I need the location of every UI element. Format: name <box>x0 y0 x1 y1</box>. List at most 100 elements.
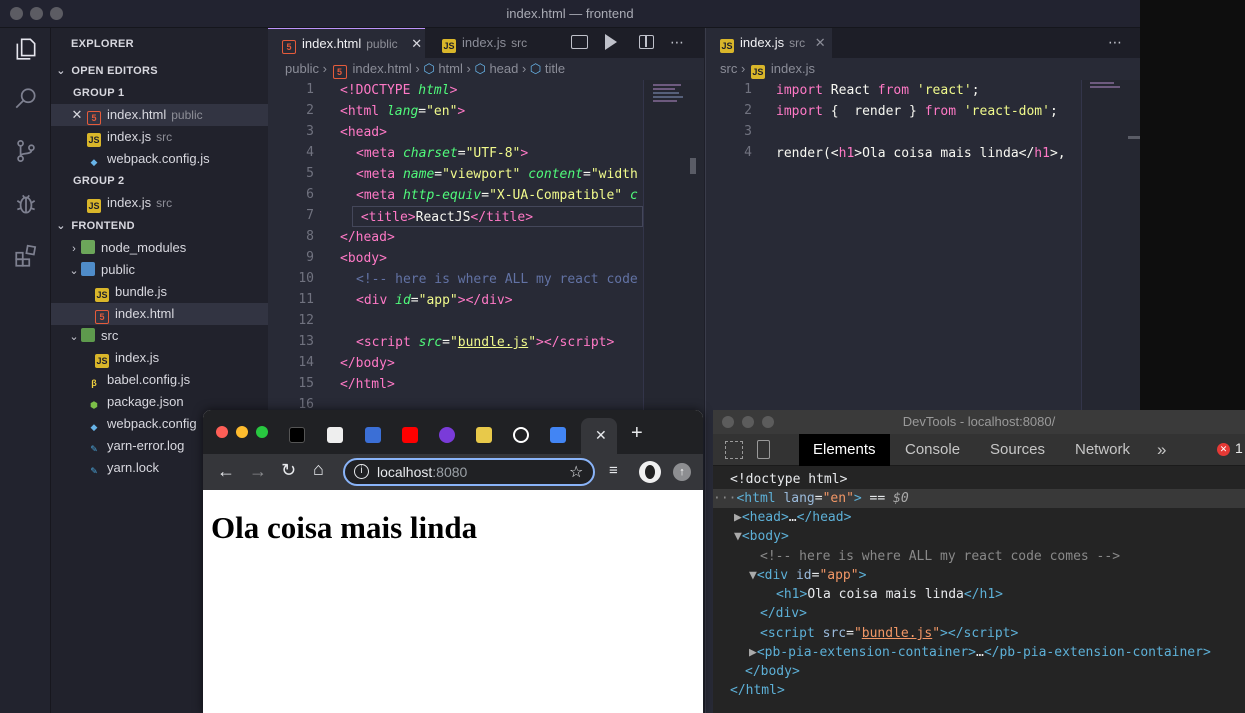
tree-file[interactable]: JS index.js <box>51 347 224 369</box>
code-line: <body> <box>340 251 387 266</box>
tab-favicon[interactable] <box>327 427 343 443</box>
minimap[interactable] <box>1081 80 1140 410</box>
line-number: 9 <box>306 250 314 265</box>
tab-network[interactable]: Network <box>1075 434 1130 466</box>
back-button[interactable]: ← <box>217 461 235 482</box>
dom-node[interactable]: </html> <box>730 681 785 700</box>
close-icon[interactable]: ✕ <box>67 104 87 126</box>
more-actions-icon[interactable]: ⋯ <box>1108 34 1122 51</box>
tab-index-html[interactable]: 5 index.html public ✕ <box>268 28 425 58</box>
code-line-current: <title>ReactJS</title> <box>352 206 643 227</box>
folder-open-icon <box>81 262 95 276</box>
yarn-icon: ✎ <box>90 444 98 454</box>
reload-button[interactable]: ↻ <box>281 460 296 481</box>
run-icon[interactable] <box>605 34 617 50</box>
code-line: <script src="bundle.js"></script> <box>356 335 615 350</box>
github-icon[interactable] <box>513 427 529 443</box>
close-window-button[interactable] <box>722 416 734 428</box>
google-translate-icon[interactable] <box>550 427 566 443</box>
code-editor[interactable]: 1 2 3 4 import React from 'react'; import {… <box>706 80 1081 410</box>
avatar[interactable] <box>639 461 661 483</box>
media-control-icon[interactable]: ≡ <box>609 462 618 479</box>
close-tab-icon[interactable]: ✕ <box>411 36 422 51</box>
nodejs-icon: ⬢ <box>90 400 98 410</box>
line-number: 1 <box>744 82 752 97</box>
dom-node[interactable]: <!doctype html> <box>730 470 847 489</box>
address-bar[interactable]: i localhost:8080 ☆ <box>343 458 595 486</box>
dom-node[interactable]: ▶<pb-pia-extension-container>…</pb-pia-e… <box>749 643 1211 662</box>
tab-favicon[interactable] <box>365 427 381 443</box>
title-bar: index.html — frontend <box>0 0 1140 28</box>
dom-node[interactable]: </body> <box>745 662 800 681</box>
tab-index-js[interactable]: JS index.js src <box>428 28 558 58</box>
search-icon[interactable] <box>13 86 39 112</box>
tab-favicon[interactable] <box>439 427 455 443</box>
close-tab-icon[interactable]: ✕ <box>815 35 826 50</box>
tab-sources[interactable]: Sources <box>990 434 1045 466</box>
scrollbar-thumb[interactable] <box>690 158 696 174</box>
scrollbar-thumb[interactable] <box>1128 136 1140 139</box>
minimize-window-button[interactable] <box>236 426 248 438</box>
dom-node[interactable]: <h1>Ola coisa mais linda</h1> <box>776 585 1003 604</box>
split-editor-icon[interactable] <box>639 35 654 49</box>
code-line: <html lang="en"> <box>340 104 466 119</box>
explorer-icon[interactable] <box>13 36 39 62</box>
project-section[interactable]: ⌄ FRONTEND <box>51 215 268 237</box>
bookmark-star-icon[interactable]: ☆ <box>569 462 583 482</box>
site-info-icon[interactable]: i <box>354 464 369 479</box>
dom-node[interactable]: </div> <box>760 604 807 623</box>
tab-elements[interactable]: Elements <box>799 434 890 466</box>
tree-folder[interactable]: › node_modules <box>51 237 252 259</box>
youtube-icon[interactable] <box>402 427 418 443</box>
open-editors-section[interactable]: ⌄ OPEN EDITORS <box>51 60 268 82</box>
dom-node[interactable]: ▶<head>…</head> <box>734 508 851 527</box>
tree-folder[interactable]: ⌄ src <box>51 325 252 347</box>
dom-node[interactable]: ▼<body> <box>734 527 789 546</box>
dom-node[interactable]: ▼<div id="app"> <box>749 566 866 585</box>
maximize-window-button[interactable] <box>256 426 268 438</box>
devtools-tab-bar: Elements Console Sources Network » ✕ 1 <box>713 434 1245 466</box>
html-file-icon: 5 <box>332 65 347 79</box>
source-control-icon[interactable] <box>13 138 39 164</box>
tree-file[interactable]: 5 index.html <box>51 303 268 325</box>
maximize-window-button[interactable] <box>762 416 774 428</box>
minimize-window-button[interactable] <box>742 416 754 428</box>
tab-favicon[interactable] <box>476 427 492 443</box>
extensions-icon[interactable] <box>13 243 39 269</box>
update-icon[interactable]: ↑ <box>673 463 691 481</box>
dom-node[interactable]: <!-- here is where ALL my react code com… <box>760 547 1120 566</box>
tab-favicon[interactable] <box>289 427 305 443</box>
close-tab-icon[interactable]: ✕ <box>595 427 607 444</box>
open-editor-item[interactable]: ◆ webpack.config.js <box>51 148 232 170</box>
tab-console[interactable]: Console <box>905 434 960 466</box>
element-icon: ⬡ <box>474 61 486 76</box>
code-line: <meta charset="UTF-8"> <box>356 146 529 161</box>
dom-node[interactable]: <script src="bundle.js"></script> <box>760 624 1018 643</box>
close-window-button[interactable] <box>216 426 228 438</box>
tree-folder[interactable]: ⌄ public <box>51 259 252 281</box>
code-line: <div id="app"></div> <box>356 293 513 308</box>
open-editor-item[interactable]: ✕ 5 index.html public <box>51 104 268 126</box>
home-button[interactable]: ⌂ <box>313 459 324 480</box>
active-tab[interactable]: ✕ <box>581 418 617 454</box>
more-tabs-icon[interactable]: » <box>1157 434 1166 466</box>
forward-button[interactable]: → <box>249 461 267 482</box>
line-number: 11 <box>298 292 314 307</box>
code-line: <!DOCTYPE html> <box>340 83 458 98</box>
error-icon[interactable]: ✕ <box>1217 443 1230 456</box>
tab-index-js[interactable]: JS index.js src ✕ <box>706 28 832 58</box>
more-actions-icon[interactable]: ⋯ <box>670 34 684 51</box>
device-toolbar-icon[interactable] <box>757 440 770 459</box>
dom-node-selected[interactable]: ···<html lang="en"> == $0 <box>713 489 1245 508</box>
debug-icon[interactable] <box>13 191 39 217</box>
code-line: <head> <box>340 125 387 140</box>
tree-file[interactable]: JS bundle.js <box>51 281 224 303</box>
folder-open-icon <box>81 328 95 342</box>
open-editor-item[interactable]: JS index.js src <box>51 126 232 148</box>
inspect-element-icon[interactable] <box>725 441 743 459</box>
open-preview-icon[interactable] <box>571 35 588 49</box>
editor-tab-bar: 5 index.html public ✕ JS index.js src ⋯ <box>268 28 704 58</box>
open-editor-item[interactable]: JS index.js src <box>51 192 232 214</box>
new-tab-button[interactable]: + <box>631 423 643 443</box>
tree-file[interactable]: β babel.config.js <box>51 369 232 391</box>
